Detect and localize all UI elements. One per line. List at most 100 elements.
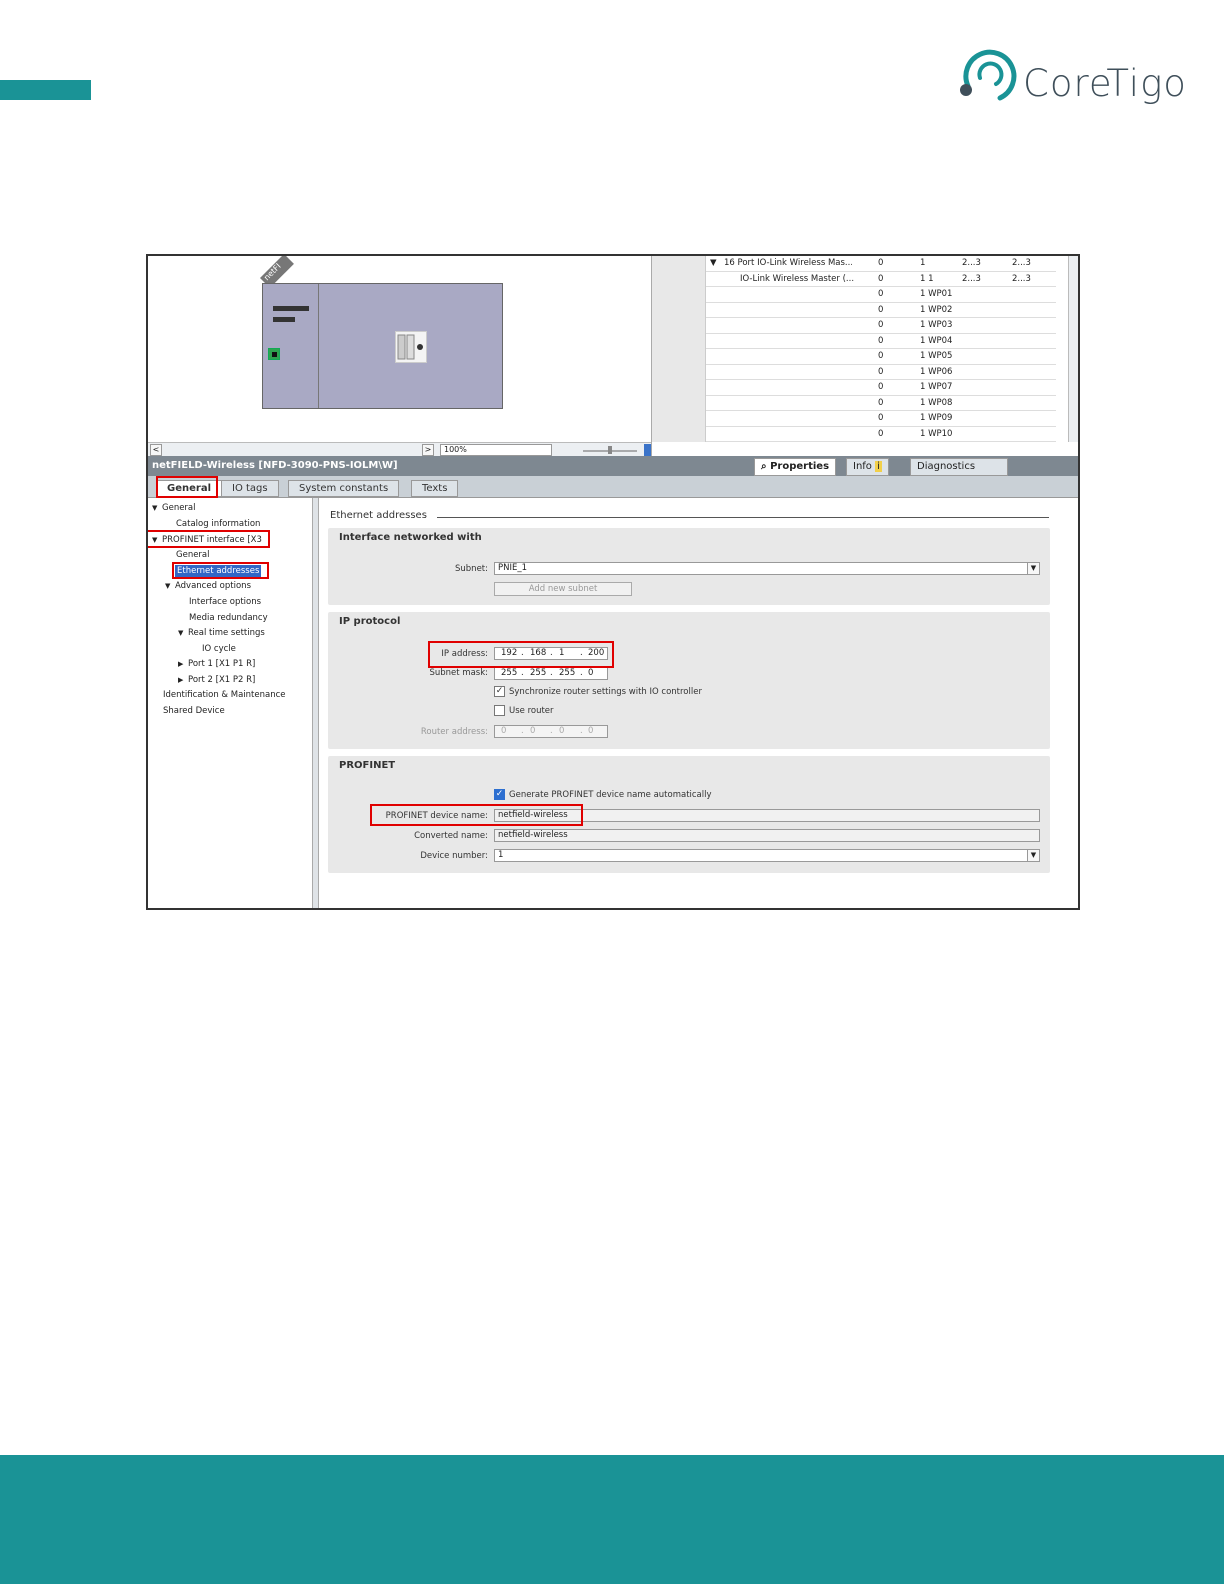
subnet-value: PNIE_1 (498, 563, 528, 573)
device-port-icon[interactable] (268, 348, 280, 360)
collapse-icon[interactable]: ▶ (178, 658, 188, 670)
router-address-field: 0. 0. 0. 0 (494, 725, 608, 738)
table-cell: 1 WP10 (920, 428, 953, 439)
table-cell: 2...3 (962, 258, 981, 268)
table-cell: 1 WP08 (920, 397, 953, 408)
table-cell: 0 (878, 413, 884, 423)
tab-diagnostics[interactable]: Diagnostics (910, 458, 1008, 476)
tab-properties[interactable]: ⌕ Properties (754, 458, 837, 476)
table-vscroll[interactable] (1068, 256, 1078, 442)
table-row[interactable]: 0 1 WP09 (706, 411, 1056, 427)
nav-item-catalog-information[interactable]: Catalog information (176, 518, 260, 530)
nav-item-port1[interactable]: ▶ Port 1 [X1 P1 R] (178, 658, 255, 670)
expand-icon[interactable]: ▼ (178, 627, 188, 639)
table-cell: 1 WP07 (920, 382, 953, 392)
mask-octet[interactable]: 255 (559, 668, 575, 679)
table-cell: 1 WP05 (920, 351, 953, 361)
info-icon: i (875, 461, 882, 472)
table-cell: 1 (920, 258, 926, 268)
mask-octet[interactable]: 0 (588, 668, 593, 679)
ip-protocol-group: IP protocol IP address: 192. 168. 1. 200… (328, 612, 1050, 749)
table-row[interactable]: ▼ 16 Port IO-Link Wireless Mas... 0 1 2...3 2… (706, 256, 1056, 272)
expand-icon[interactable]: ▼ (152, 502, 162, 514)
mask-octet[interactable]: 255 (530, 668, 546, 679)
converted-name-field: netfield-wireless (494, 829, 1040, 842)
router-octet: 0 (530, 726, 536, 736)
scroll-left-icon[interactable]: < (150, 444, 162, 456)
table-cell: 1 WP04 (920, 335, 953, 346)
table-row[interactable]: 0 1 WP01 (706, 287, 1056, 303)
table-cell: 2...3 (1012, 273, 1031, 284)
router-octet: 0 (588, 726, 594, 736)
router-octet: 0 (501, 726, 507, 736)
table-row[interactable]: 0 1 WP08 (706, 396, 1056, 411)
nav-item-pn-general[interactable]: General (176, 549, 210, 561)
subnet-mask-field[interactable]: 255. 255. 255. 0 (494, 667, 608, 680)
table-cell: 0 (878, 320, 884, 330)
chevron-down-icon[interactable]: ▼ (1027, 850, 1039, 861)
mask-octet[interactable]: 255 (501, 668, 517, 679)
use-router-checkbox[interactable] (494, 705, 505, 716)
table-row[interactable]: 0 1 WP10 (706, 427, 1056, 442)
zoom-value: 100% (444, 445, 467, 454)
highlight-ethernet-addresses (172, 562, 269, 579)
coretigo-logo: CoreTigo (958, 44, 1186, 112)
highlight-general-tab (156, 476, 218, 498)
device-number-select[interactable]: 1 ▼ (494, 849, 1040, 862)
table-row[interactable]: 0 1 WP07 (706, 380, 1056, 396)
table-row[interactable]: IO-Link Wireless Master (... 0 1 1 2...3 2..… (706, 272, 1056, 287)
device-image-icon (395, 331, 427, 363)
table-row[interactable]: 0 1 WP04 (706, 334, 1056, 349)
tab-info[interactable]: Info i (846, 458, 889, 476)
table-cell: 1 1 (920, 273, 934, 284)
device-view-hscroll[interactable]: < > 100% (148, 442, 658, 456)
nav-item-io-cycle[interactable]: IO cycle (202, 643, 236, 655)
table-row[interactable]: 0 1 WP02 (706, 303, 1056, 318)
table-cell: IO-Link Wireless Master (... (740, 273, 855, 284)
table-cell: 0 (878, 382, 884, 392)
nav-item-identification[interactable]: Identification & Maintenance (163, 689, 286, 701)
group-title: PROFINET (339, 760, 396, 771)
collapse-icon[interactable]: ▶ (178, 674, 188, 686)
tab-io-tags[interactable]: IO tags (221, 480, 279, 497)
generate-device-name-checkbox[interactable]: ✓ (494, 789, 505, 800)
expand-icon[interactable]: ▼ (165, 580, 175, 592)
subnet-select[interactable]: PNIE_1 ▼ (494, 562, 1040, 575)
highlight-ip-address (428, 641, 614, 668)
router-octet: 0 (559, 726, 565, 736)
highlight-device-name (370, 804, 583, 826)
scroll-right-icon[interactable]: > (422, 444, 434, 456)
property-nav-tree: ▼ General Catalog information ▼ PROFINET i… (148, 498, 313, 908)
generate-device-name-label: Generate PROFINET device name automatica… (509, 790, 712, 800)
property-content: Ethernet addresses Interface networked w… (319, 498, 1078, 908)
chevron-down-icon[interactable]: ▼ (1027, 563, 1039, 574)
tab-texts[interactable]: Texts (411, 480, 459, 497)
table-gutter (652, 256, 706, 442)
sync-router-checkbox[interactable]: ✓ (494, 686, 505, 697)
header-accent-bar (0, 80, 91, 100)
nav-item-media-redundancy[interactable]: Media redundancy (189, 612, 268, 624)
nav-item-real-time-settings[interactable]: ▼ Real time settings (178, 627, 265, 639)
group-title: Interface networked with (339, 532, 482, 543)
device-number-value: 1 (498, 850, 504, 860)
device-module[interactable] (262, 283, 503, 409)
zoom-slider[interactable] (581, 445, 641, 455)
table-cell: 0 (878, 397, 884, 408)
nav-item-general[interactable]: ▼ General (152, 502, 196, 514)
tab-system-constants[interactable]: System constants (288, 480, 400, 497)
table-row[interactable]: 0 1 WP03 (706, 318, 1056, 334)
zoom-select[interactable]: 100% (440, 444, 552, 456)
nav-item-port2[interactable]: ▶ Port 2 [X1 P2 R] (178, 674, 255, 686)
nav-item-interface-options[interactable]: Interface options (189, 596, 261, 608)
router-address-label: Router address: (420, 727, 488, 737)
table-row[interactable]: 0 1 WP05 (706, 349, 1056, 365)
add-new-subnet-button[interactable]: Add new subnet (494, 582, 632, 596)
tia-portal-screenshot: netFI < > 100% ▼ 16 Port IO-Link Wireles… (146, 254, 1080, 910)
device-number-label: Device number: (420, 851, 488, 861)
device-label-bar (273, 306, 309, 311)
table-cell: 0 (878, 273, 884, 284)
table-cell: 1 WP06 (920, 366, 953, 377)
table-row[interactable]: 0 1 WP06 (706, 365, 1056, 380)
nav-item-advanced-options[interactable]: ▼ Advanced options (165, 580, 251, 592)
nav-item-shared-device[interactable]: Shared Device (163, 705, 225, 717)
